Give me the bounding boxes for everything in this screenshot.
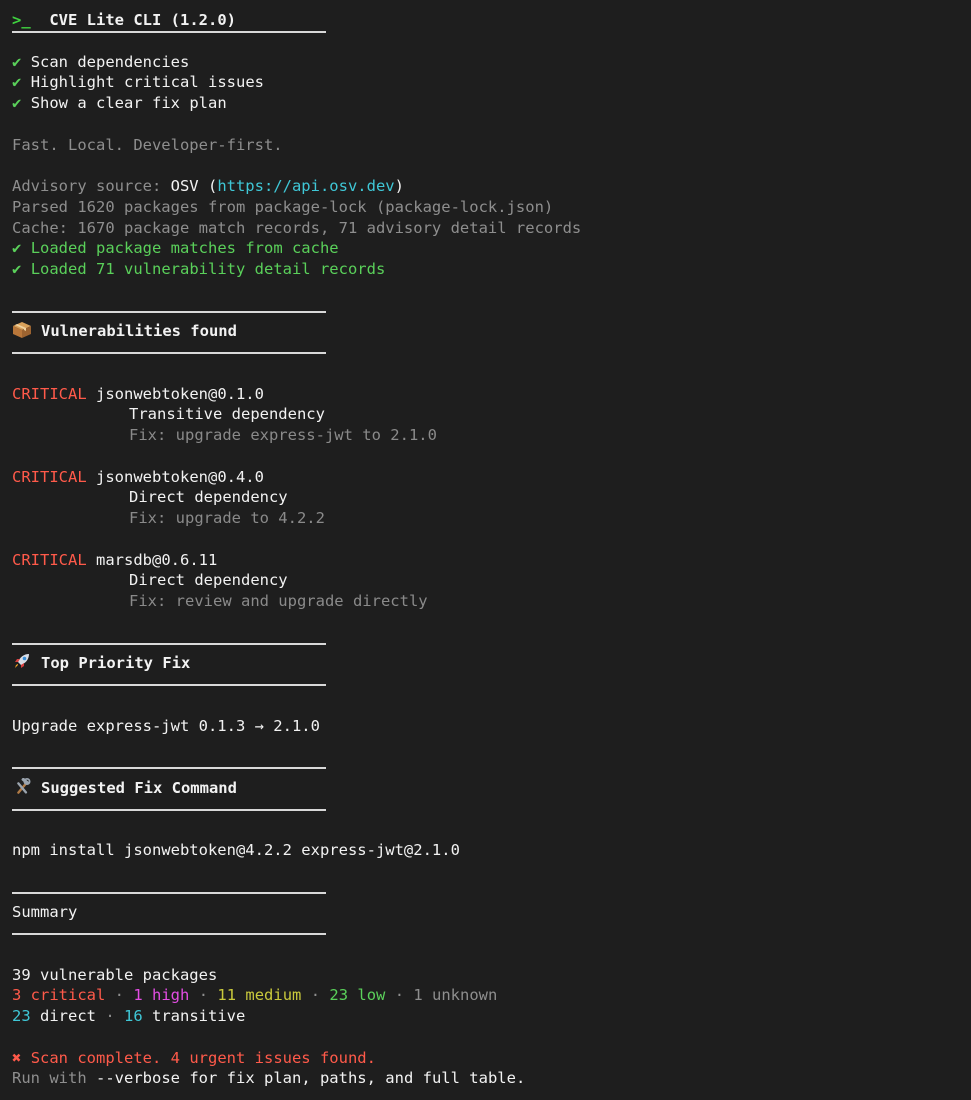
- medium-count: 11 medium: [217, 986, 302, 1005]
- section-title-summary: Summary: [12, 903, 78, 922]
- loaded-line: ✔ Loaded package matches from cache: [12, 239, 339, 258]
- dependency-type: Direct dependency: [129, 571, 288, 590]
- section-divider: [12, 757, 959, 778]
- section-title-vulnerabilities: Vulnerabilities found: [12, 321, 959, 342]
- app-header: >_ CVE Lite CLI (1.2.0): [12, 10, 959, 31]
- top-fix-text: Upgrade express-jwt 0.1.3 → 2.1.0: [12, 716, 320, 735]
- severity-badge: CRITICAL: [12, 550, 87, 569]
- package-name: jsonwebtoken@0.1.0: [96, 384, 264, 403]
- direct-count: 23: [12, 1007, 31, 1025]
- dependency-type: Transitive dependency: [129, 405, 325, 424]
- app-title: CVE Lite CLI (1.2.0): [49, 11, 236, 29]
- prompt-icon: >_: [12, 11, 31, 29]
- package-icon: [13, 322, 31, 339]
- section-title-suggested-fix: Suggested Fix Command: [12, 777, 959, 799]
- unknown-count: 1 unknown: [413, 986, 498, 1005]
- section-title-top-fix: Top Priority Fix: [12, 653, 959, 674]
- advisory-source: Advisory source: OSV (https://api.osv.de…: [12, 177, 404, 195]
- fix-command[interactable]: npm install jsonwebtoken@4.2.2 express-j…: [12, 840, 959, 861]
- tools-icon: [17, 777, 31, 794]
- package-name: marsdb@0.6.11: [96, 550, 218, 569]
- summary-dependency-counts: 23 direct · 16 transitive: [12, 1007, 246, 1025]
- feature-item: ✔ Highlight critical issues: [12, 73, 264, 92]
- header-divider: [12, 30, 959, 52]
- fix-hint: Fix: review and upgrade directly: [129, 592, 428, 610]
- high-count: 1 high: [133, 986, 190, 1005]
- package-name: jsonwebtoken@0.4.0: [96, 467, 264, 486]
- vulnerability-entry: CRITICAL jsonwebtoken@0.4.0: [12, 467, 959, 488]
- fix-hint: Fix: upgrade express-jwt to 2.1.0: [129, 426, 437, 444]
- loaded-line: ✔ Loaded 71 vulnerability detail records: [12, 260, 386, 278]
- dependency-type: Direct dependency: [129, 488, 288, 507]
- vulnerability-entry: CRITICAL marsdb@0.6.11: [12, 550, 959, 571]
- summary-severity-counts: 3 critical · 1 high · 11 medium · 23 low…: [12, 986, 498, 1005]
- scan-complete-message: ✖ Scan complete. 4 urgent issues found.: [12, 1048, 376, 1067]
- check-icon: ✔: [12, 94, 22, 112]
- check-icon: ✔: [12, 73, 22, 92]
- feature-item: ✔ Show a clear fix plan: [12, 94, 227, 112]
- section-divider: [12, 633, 959, 654]
- section-divider: [12, 799, 959, 820]
- parsed-line: Parsed 1620 packages from package-lock (…: [12, 197, 554, 216]
- advisory-url-link[interactable]: https://api.osv.dev: [217, 177, 394, 195]
- transitive-count: 16: [124, 1007, 143, 1025]
- terminal-window: >_ CVE Lite CLI (1.2.0) ✔ Scan dependenc…: [0, 0, 971, 1100]
- critical-count: 3 critical: [12, 986, 106, 1005]
- check-icon: ✔: [12, 260, 22, 278]
- feature-item: ✔ Scan dependencies: [12, 52, 190, 71]
- section-divider: [12, 882, 959, 903]
- summary-total: 39 vulnerable packages: [12, 965, 218, 984]
- check-icon: ✔: [12, 52, 22, 71]
- cache-line: Cache: 1670 package match records, 71 ad…: [12, 218, 582, 237]
- check-icon: ✔: [12, 239, 22, 258]
- verbose-flag: --verbose: [96, 1069, 180, 1088]
- tagline: Fast. Local. Developer-first.: [12, 135, 283, 154]
- x-icon: ✖: [12, 1048, 22, 1067]
- fix-hint: Fix: upgrade to 4.2.2: [129, 509, 325, 527]
- verbose-hint: Run with --verbose for fix plan, paths, …: [12, 1069, 526, 1088]
- low-count: 23 low: [329, 986, 386, 1005]
- section-divider: [12, 342, 959, 363]
- rocket-icon: [15, 654, 29, 669]
- section-divider: [12, 674, 959, 695]
- section-divider: [12, 301, 959, 322]
- severity-badge: CRITICAL: [12, 467, 87, 486]
- severity-badge: CRITICAL: [12, 384, 87, 403]
- section-divider: [12, 923, 959, 944]
- vulnerability-entry: CRITICAL jsonwebtoken@0.1.0: [12, 384, 959, 405]
